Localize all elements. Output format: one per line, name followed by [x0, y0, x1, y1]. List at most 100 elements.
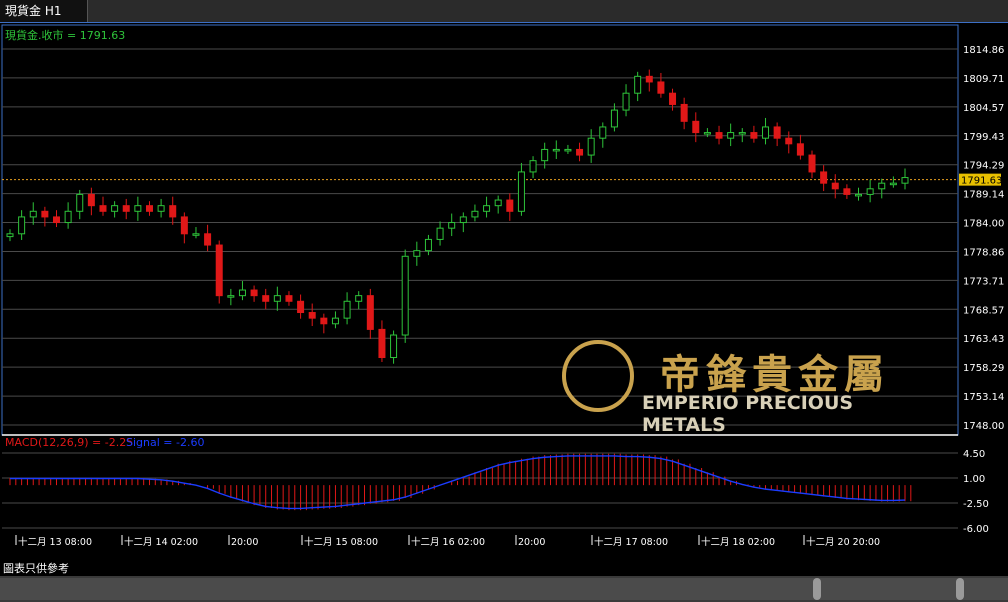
price-tick-label: 1809.71 [963, 74, 1004, 85]
price-tick-label: 1773.71 [963, 276, 1004, 287]
candle-body [18, 216, 26, 235]
candle-body [343, 300, 351, 319]
candle-body [459, 216, 467, 224]
candle-body [401, 255, 409, 336]
macd-tick-label: 1.00 [963, 474, 985, 485]
time-scrollbar[interactable] [0, 576, 1008, 602]
price-tick-label: 1789.14 [963, 190, 1004, 201]
time-tick-label: 十二月 20 20:00 [806, 536, 880, 548]
candle-body [331, 317, 339, 325]
candle-body [622, 92, 630, 111]
candle-body [541, 148, 549, 162]
candle-body [238, 289, 246, 297]
close-legend: 現貨金.收市 = 1791.63 [5, 28, 125, 42]
price-tick-label: 1763.43 [963, 334, 1004, 345]
brand-english: EMPERIO PRECIOUS METALS [642, 392, 854, 436]
candle-body [715, 132, 723, 139]
candle-body [517, 171, 525, 212]
candle-body [273, 295, 281, 302]
chart-svg[interactable]: 1814.86 1809.71 1804.57 1799.43 1794.29 1789.… [0, 23, 1008, 553]
scroll-handle-left[interactable] [813, 578, 821, 600]
candle-body [680, 103, 688, 122]
candle-body [610, 109, 618, 128]
candle-body [471, 210, 479, 218]
candle-body [169, 205, 177, 218]
tab-spot-gold-h1[interactable]: 現貨金 H1 [0, 0, 88, 22]
macd-tick-label: -2.50 [963, 499, 989, 510]
price-tick-label: 1753.14 [963, 392, 1004, 403]
time-tick-label: 十二月 18 02:00 [701, 536, 775, 548]
candle-body [866, 188, 874, 195]
candle-body [552, 148, 560, 152]
time-tick-label: 十二月 15 08:00 [304, 536, 378, 548]
candle-body [831, 182, 839, 190]
candle-body [29, 210, 37, 218]
candle-body [320, 317, 328, 325]
candle-body [576, 148, 584, 156]
price-tick-label: 1794.29 [963, 161, 1004, 172]
time-tick-label: 十二月 16 02:00 [411, 536, 485, 548]
candle-body [64, 210, 72, 224]
current-price-label: 1791.63 [961, 176, 1002, 187]
candle-body [297, 300, 305, 314]
candle-body [99, 205, 107, 212]
macd-tick-label: -6.00 [963, 524, 989, 535]
candle-body [250, 289, 258, 297]
candle-body [878, 182, 886, 190]
candle-body [308, 312, 316, 319]
candle-body [262, 295, 270, 302]
candle-body [808, 154, 816, 173]
candle-body [564, 148, 572, 152]
candle-body [366, 295, 374, 330]
candle-body [843, 188, 851, 195]
candle-body [180, 216, 188, 235]
candle-body [889, 182, 897, 186]
time-tick-label: 十二月 13 08:00 [18, 536, 92, 548]
candle-body [727, 132, 735, 139]
price-tick-label: 1799.43 [963, 132, 1004, 143]
candle-body [785, 137, 793, 145]
candle-body [76, 193, 84, 212]
price-tick-label: 1758.29 [963, 363, 1004, 374]
candle-body [448, 222, 456, 229]
candle-body [855, 193, 863, 197]
scroll-track[interactable] [0, 578, 1008, 600]
candle-body [145, 205, 153, 212]
scroll-handle-right[interactable] [956, 578, 964, 600]
time-tick-label: 十二月 14 02:00 [124, 536, 198, 548]
candle-body [41, 210, 49, 218]
candle-body [645, 75, 653, 83]
candle-body [703, 132, 711, 135]
disclaimer-note: 圖表只供參考 [3, 562, 69, 575]
price-tick-label: 1748.00 [963, 421, 1004, 432]
candle-body [6, 233, 14, 238]
time-tick-label: 20:00 [231, 537, 258, 548]
candle-body [587, 137, 595, 156]
candle-body [483, 205, 491, 212]
candle-body [436, 227, 444, 240]
brand-logo-icon [562, 340, 634, 412]
candle-body [52, 216, 60, 224]
candle-body [506, 199, 514, 212]
price-tick-label: 1778.86 [963, 247, 1004, 258]
price-tick-label: 1814.86 [963, 45, 1004, 56]
candle-body [901, 177, 909, 184]
candle-body [738, 132, 746, 135]
candle-body [227, 295, 235, 298]
candle-body [796, 143, 804, 156]
tab-bar: 現貨金 H1 [0, 0, 1008, 23]
candle-body [773, 126, 781, 139]
candle-body [762, 126, 770, 139]
chart-area[interactable]: 1814.86 1809.71 1804.57 1799.43 1794.29 1789.… [0, 23, 1008, 553]
candle-body [750, 132, 758, 139]
candle-body [192, 233, 200, 236]
time-tick-label: 十二月 17 08:00 [594, 536, 668, 548]
candle-body [820, 171, 828, 184]
price-tick-label: 1768.57 [963, 305, 1004, 316]
signal-legend: Signal = -2.60 [126, 436, 204, 449]
candle-body [215, 244, 223, 297]
candle-body [599, 126, 607, 139]
candle-body [657, 81, 665, 94]
candle-body [494, 199, 502, 207]
candle-body [424, 238, 432, 252]
